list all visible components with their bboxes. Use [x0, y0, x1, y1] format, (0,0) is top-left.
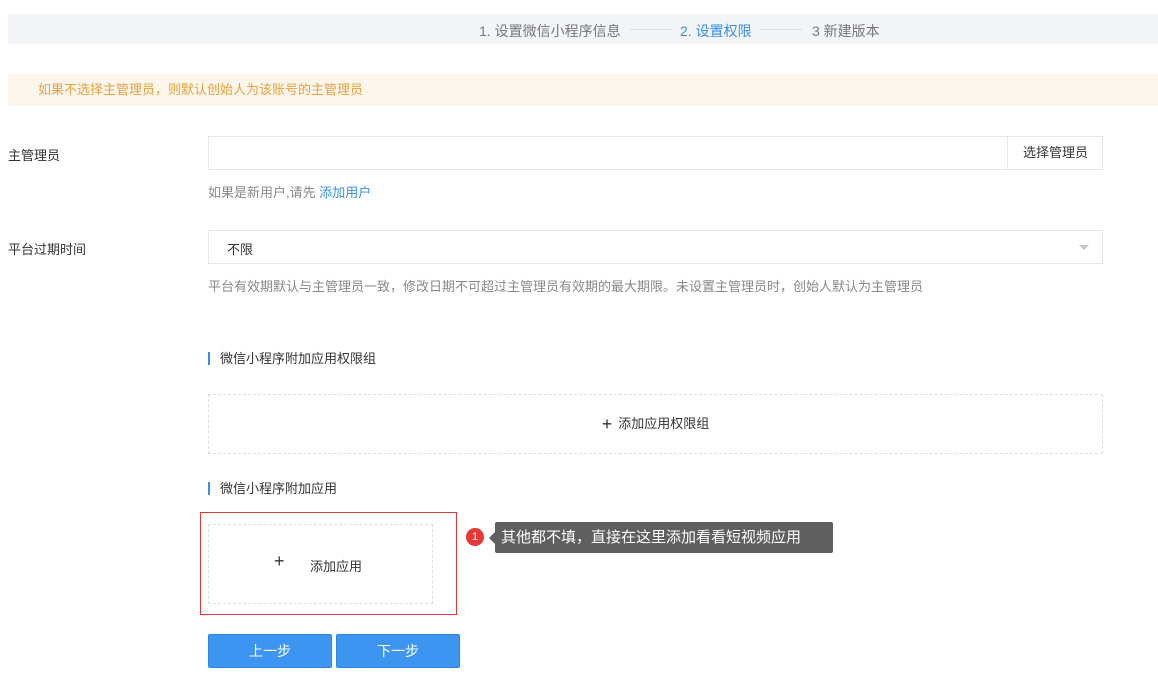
add-permission-group-button[interactable]: + 添加应用权限组	[208, 394, 1103, 454]
step-2-active: 2. 设置权限	[680, 23, 752, 39]
admin-input[interactable]	[208, 136, 1103, 170]
admin-label: 主管理员	[8, 148, 61, 163]
expiry-select[interactable]	[208, 230, 1103, 264]
add-permission-group-label: 添加应用权限组	[618, 416, 710, 431]
steps-bar: 1. 设置微信小程序信息 2. 设置权限 3 新建版本	[8, 14, 1158, 44]
apps-title: 微信小程序附加应用	[208, 482, 337, 495]
add-user-link[interactable]: 添加用户	[319, 185, 371, 200]
select-admin-button[interactable]: 选择管理员	[1007, 136, 1103, 170]
warning-notice: 如果不选择主管理员，则默认创始人为该账号的主管理员	[8, 74, 1158, 106]
step-3: 3 新建版本	[812, 23, 880, 39]
add-app-label: 添加应用	[310, 559, 363, 574]
plus-icon: +	[601, 414, 613, 434]
prev-step-button[interactable]: 上一步	[208, 634, 332, 668]
chevron-down-icon	[1079, 245, 1089, 250]
annotation-badge: 1	[466, 528, 484, 546]
expiry-hint: 平台有效期默认与主管理员一致，修改日期不可超过主管理员有效期的最大期限。未设置主…	[208, 279, 924, 294]
step-1: 1. 设置微信小程序信息	[479, 23, 621, 39]
permission-group-title: 微信小程序附加应用权限组	[208, 352, 376, 365]
annotation-tooltip: 其他都不填，直接在这里添加看看短视频应用	[495, 522, 833, 553]
expiry-select-value: 不限	[227, 242, 254, 257]
admin-hint: 如果是新用户,请先 添加用户	[208, 182, 371, 201]
expiry-label: 平台过期时间	[8, 242, 87, 257]
plus-icon: +	[274, 551, 285, 571]
step-divider	[630, 29, 672, 30]
admin-hint-text: 如果是新用户,请先	[208, 185, 316, 200]
next-step-button[interactable]: 下一步	[336, 634, 460, 668]
step-divider	[760, 29, 802, 30]
